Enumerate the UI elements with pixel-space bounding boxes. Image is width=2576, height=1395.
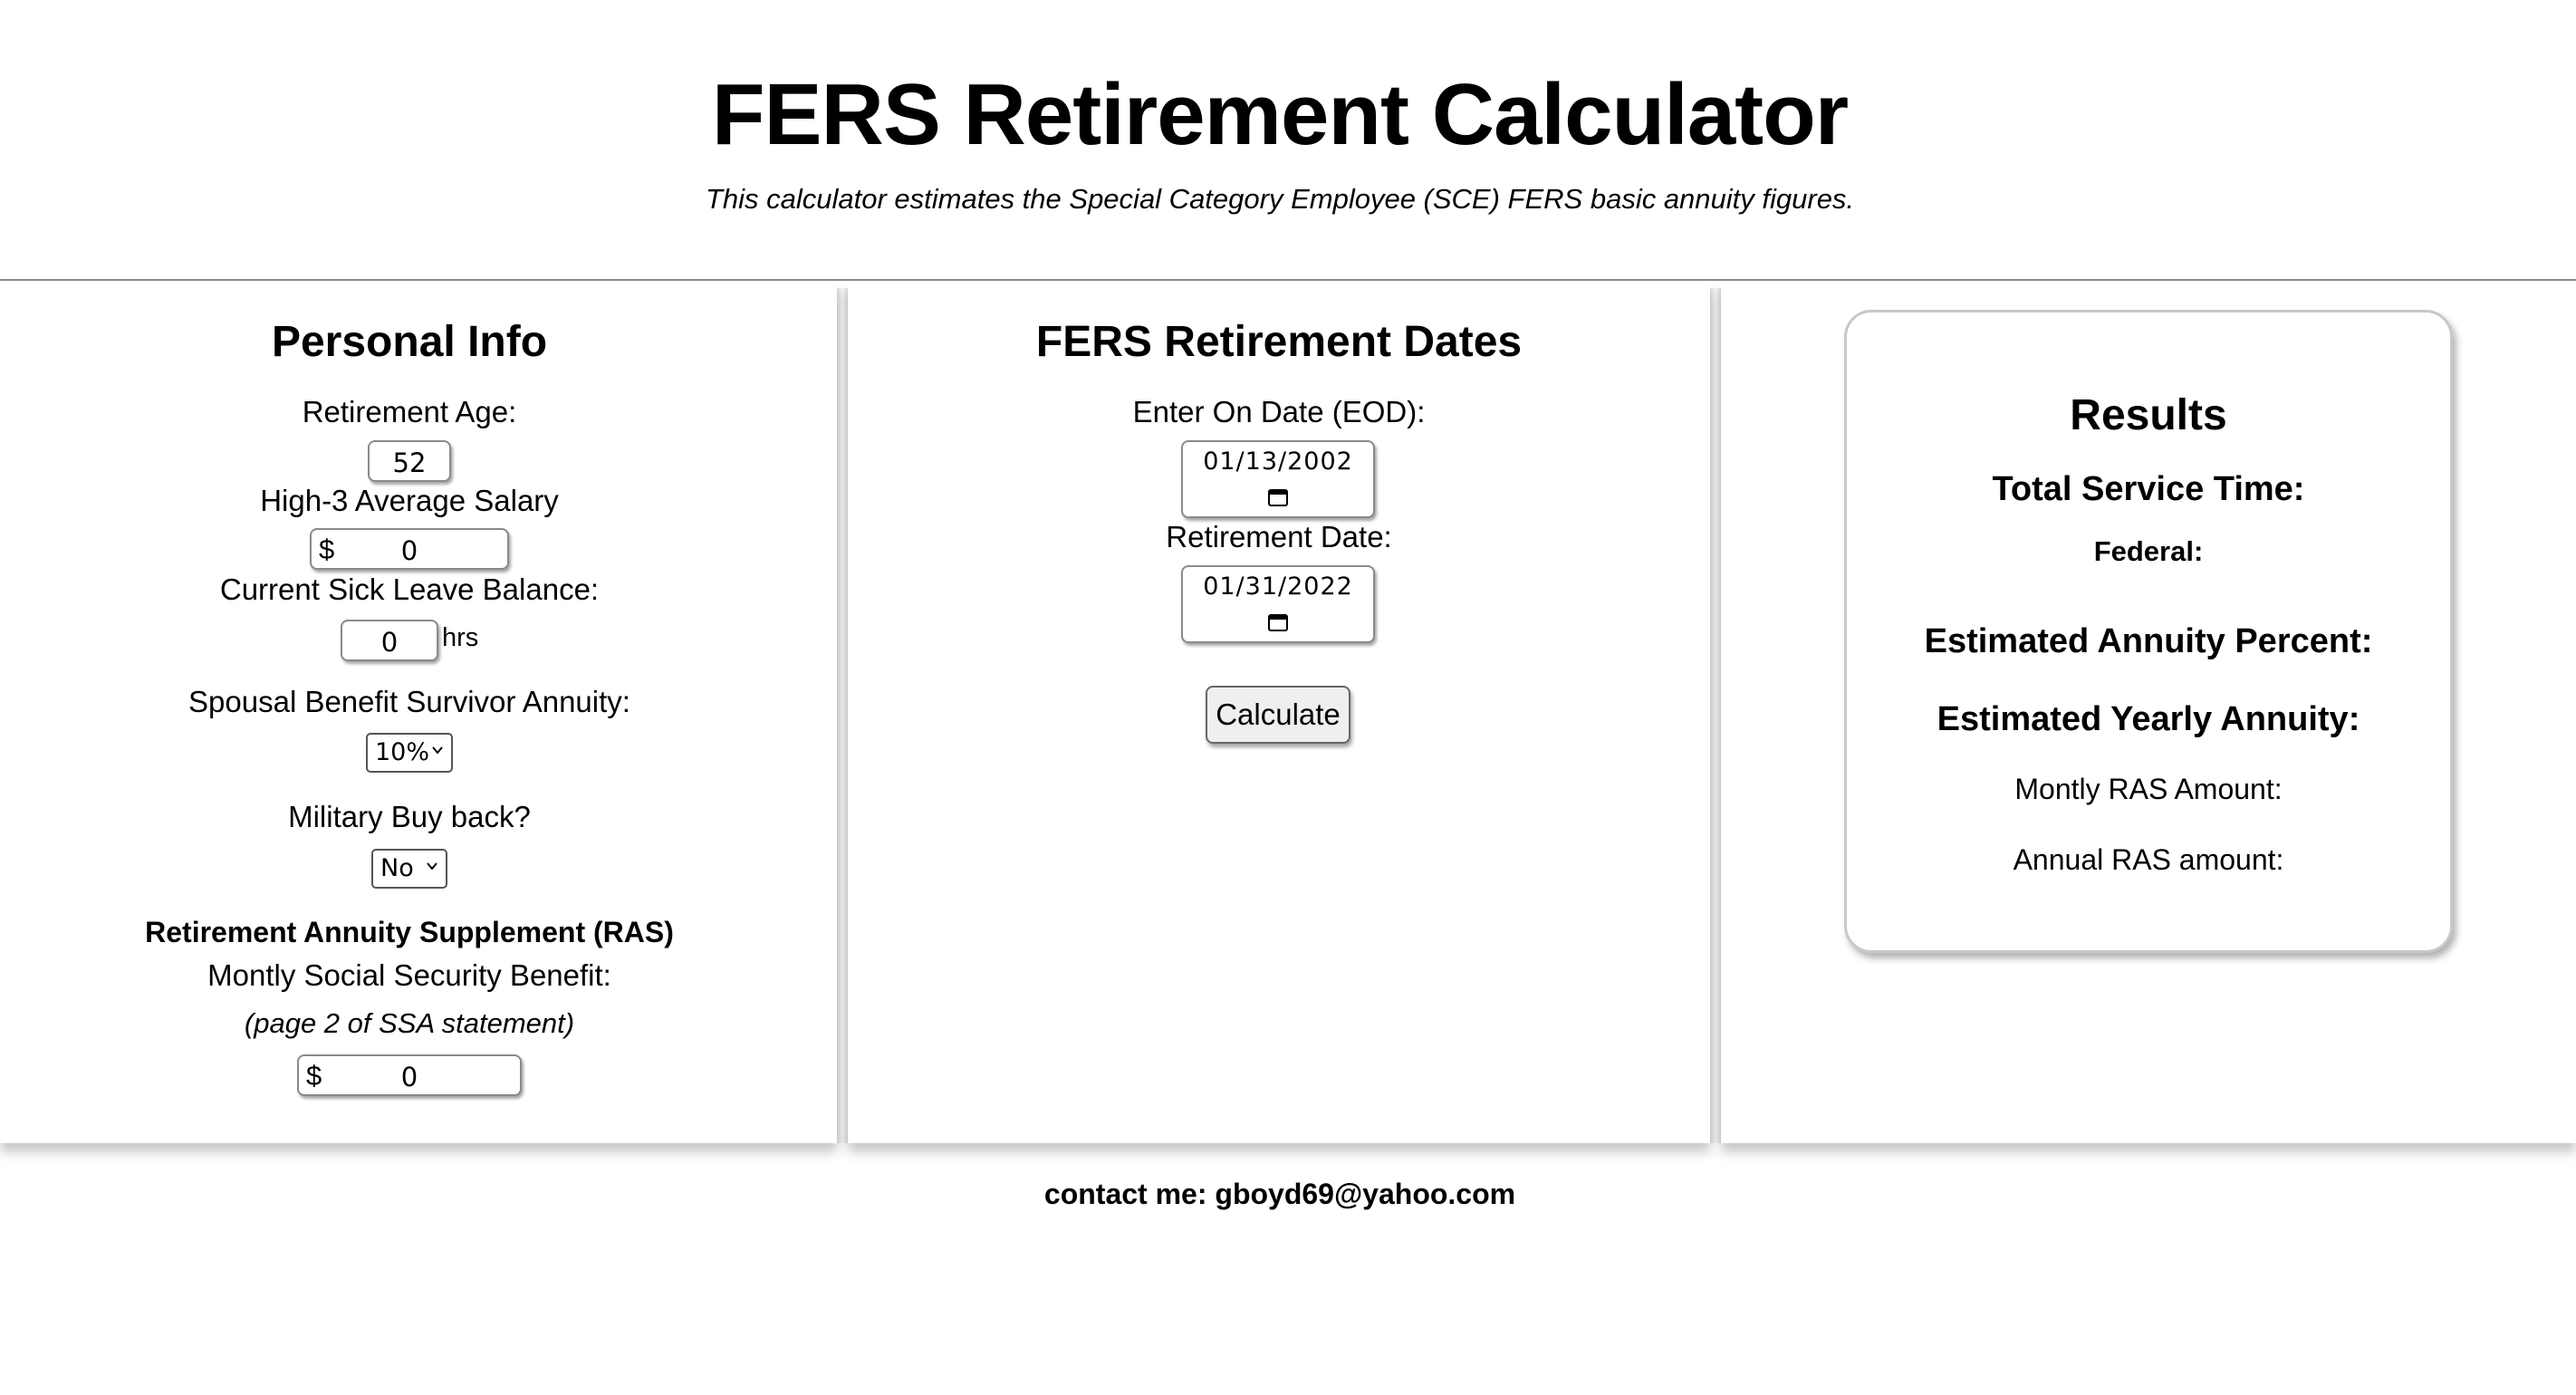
- monthly-ras-label: Montly RAS Amount:: [2014, 773, 2283, 805]
- military-buyback-value: No: [380, 854, 414, 882]
- sick-leave-unit: hrs: [442, 623, 479, 652]
- personal-info-heading: Personal Info: [271, 318, 548, 366]
- retirement-dates-heading: FERS Retirement Dates: [1035, 318, 1523, 366]
- page-subtitle: This calculator estimates the Special Ca…: [705, 183, 1855, 215]
- ss-benefit-note: (page 2 of SSA statement): [244, 1007, 575, 1039]
- panel-separator: [837, 288, 848, 1143]
- eod-date-value: 01/13/2002: [1203, 447, 1353, 476]
- federal-label: Federal:: [2093, 535, 2204, 567]
- ras-heading: Retirement Annuity Supplement (RAS): [145, 916, 674, 948]
- ss-benefit-input[interactable]: $ 0: [297, 1054, 522, 1096]
- retirement-date-input[interactable]: 01/31/2022: [1181, 565, 1375, 643]
- retirement-age-value: 52: [392, 447, 427, 478]
- eod-label: Enter On Date (EOD):: [1132, 395, 1426, 428]
- annuity-percent-label: Estimated Annuity Percent:: [1924, 622, 2373, 660]
- retirement-date-value: 01/31/2022: [1203, 572, 1353, 601]
- results-card: Results Total Service Time: Federal: Est…: [1844, 310, 2453, 953]
- footer-contact: contact me: gboyd69@yahoo.com: [1043, 1178, 1516, 1210]
- ss-benefit-value: 0: [400, 1062, 418, 1092]
- page-title: FERS Retirement Calculator: [711, 66, 1849, 163]
- sick-leave-input[interactable]: 0: [341, 620, 438, 661]
- military-buyback-label: Military Buy back?: [288, 800, 531, 833]
- yearly-annuity-label: Estimated Yearly Annuity:: [1937, 700, 2360, 738]
- spousal-benefit-value: 10%: [375, 738, 430, 766]
- header-divider: [0, 279, 2576, 281]
- results-heading: Results: [2070, 391, 2227, 439]
- chevron-down-icon: [432, 746, 443, 755]
- eod-date-input[interactable]: 01/13/2002: [1181, 440, 1375, 518]
- chevron-down-icon: [427, 862, 437, 871]
- retirement-age-label: Retirement Age:: [302, 395, 517, 428]
- total-service-label: Total Service Time:: [1992, 470, 2305, 508]
- page-header: FERS Retirement Calculator This calculat…: [0, 0, 2576, 279]
- spousal-benefit-select[interactable]: 10%: [366, 733, 453, 773]
- calculate-button[interactable]: Calculate: [1206, 686, 1350, 744]
- sick-leave-value: 0: [380, 627, 399, 658]
- high3-salary-input[interactable]: $ 0: [310, 528, 509, 570]
- high3-salary-value: 0: [400, 535, 418, 566]
- retirement-age-input[interactable]: 52: [368, 440, 451, 482]
- high3-salary-label: High-3 Average Salary: [260, 484, 559, 517]
- ss-benefit-label: Montly Social Security Benefit:: [207, 958, 611, 992]
- retirement-date-label: Retirement Date:: [1166, 520, 1392, 553]
- military-buyback-select[interactable]: No: [371, 849, 447, 889]
- panel-separator: [1710, 288, 1721, 1143]
- calendar-icon[interactable]: [1267, 487, 1289, 507]
- calendar-icon[interactable]: [1267, 612, 1289, 632]
- annual-ras-label: Annual RAS amount:: [2013, 843, 2284, 876]
- sick-leave-label: Current Sick Leave Balance:: [219, 572, 600, 606]
- spousal-benefit-label: Spousal Benefit Survivor Annuity:: [188, 685, 630, 718]
